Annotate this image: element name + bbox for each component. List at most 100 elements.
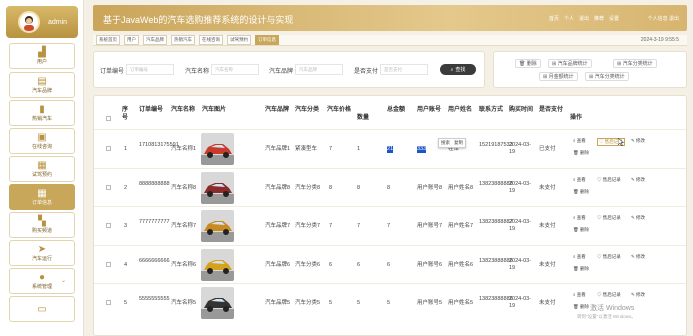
paid-select[interactable]: 是否支付 <box>380 64 428 75</box>
user-icon: ● <box>38 272 46 283</box>
delete-button[interactable]: 🗑 删除 <box>515 59 541 68</box>
crumb-home[interactable]: 系统首页 <box>96 35 120 45</box>
row-checkbox[interactable] <box>106 146 111 151</box>
category-stats-button[interactable]: ⊞ 汽车分类统计 <box>613 59 657 68</box>
crumb-testdrive[interactable]: 试驾预约 <box>227 35 251 45</box>
row-car-name: 汽车名称1 <box>171 146 197 152</box>
order-no-input[interactable]: 订单编号 <box>126 64 174 75</box>
row-time: 2024-03-19 <box>509 296 532 309</box>
brand-stats-button[interactable]: ⊞ 汽车品牌统计 <box>548 59 592 68</box>
row-total: 7 <box>387 223 391 229</box>
edit-button[interactable]: ✎ 修改 <box>631 138 645 144</box>
sidebar-item-label: 试驾预约 <box>31 172 52 178</box>
view-button[interactable]: ⌕ 查看 <box>573 292 586 298</box>
delete-row-button[interactable]: 🗑 删除 <box>573 189 589 195</box>
delete-row-icon: 🗑 <box>573 266 580 271</box>
edit-button[interactable]: ✎ 修改 <box>631 215 645 221</box>
row-brand: 汽车品牌5 <box>265 300 291 306</box>
header-link[interactable]: 首页 <box>549 15 559 22</box>
chevron-down-icon: ⌄ <box>60 278 66 284</box>
delete-row-button[interactable]: 🗑 删除 <box>573 266 589 272</box>
activation-watermark-hint: 转到"设置"以激活 Windows。 <box>577 314 636 319</box>
header-link[interactable]: 退出 <box>579 15 589 22</box>
th-category: 汽车分类 <box>295 107 320 113</box>
sidebar-item-1[interactable]: ▟ 用户 <box>9 43 75 69</box>
sidebar-item-4[interactable]: ▣ 在线咨询 <box>9 128 75 154</box>
sidebar-item-2[interactable]: ▤ 汽车品牌 <box>9 72 75 98</box>
row-qty: 1 <box>357 146 361 152</box>
th-qty: 数量 <box>357 115 370 121</box>
row-brand: 汽车品牌6 <box>265 262 291 268</box>
after-sales-button[interactable]: ♡ 售后记录 <box>597 215 621 221</box>
send-icon: ➤ <box>37 244 47 255</box>
sidebar-item-10[interactable]: ▭ <box>9 296 75 322</box>
row-checkbox[interactable] <box>106 223 111 228</box>
row-total: 8 <box>387 185 391 191</box>
crumb-hot[interactable]: 热销汽车 <box>171 35 195 45</box>
header-link[interactable]: 个人 <box>564 15 574 22</box>
th-name: 汽车名称 <box>171 107 196 113</box>
row-checkbox[interactable] <box>106 185 111 190</box>
search-button[interactable]: ⌕ 查找 <box>440 64 476 75</box>
car-name-input[interactable]: 汽车名称 <box>211 64 259 75</box>
action-panel: 🗑 删除 ⊞ 汽车品牌统计 ⊞ 汽车分类统计 ⊞ 月金额统计 ⊞ 汽车分类统计 <box>493 51 687 88</box>
chart-icon: ⊞ <box>543 73 548 80</box>
car-brand-label: 汽车品牌 <box>269 69 294 75</box>
row-total: 5 <box>387 300 391 306</box>
row-no: 5 <box>124 300 128 306</box>
monthly-stats-button[interactable]: ⊞ 月金额统计 <box>539 72 578 81</box>
sidebar-item-label: 汽车运行 <box>31 256 52 262</box>
row-checkbox[interactable] <box>106 262 111 267</box>
sidebar-item-9[interactable]: ● 系统管理 ⌄ <box>9 268 75 294</box>
category-stats-label-2: 汽车分类统计 <box>594 74 625 80</box>
view-button[interactable]: ⌕ 查看 <box>573 254 586 260</box>
category-stats-label: 汽车分类统计 <box>622 61 653 67</box>
header-link[interactable]: 推荐 <box>594 15 604 22</box>
delete-row-button-label: 删除 <box>579 304 589 309</box>
after-sales-button[interactable]: ♡ 售后记录 <box>597 292 621 298</box>
edit-button[interactable]: ✎ 修改 <box>631 292 645 298</box>
crumb-orders[interactable]: 订单信息 <box>255 35 279 45</box>
row-divider <box>94 168 686 169</box>
grid-icon: ▦ <box>37 188 47 199</box>
row-divider <box>94 129 686 130</box>
car-brand-input[interactable]: 汽车品牌 <box>295 64 343 75</box>
after-sales-button[interactable]: ♡ 售后记录 <box>597 254 621 260</box>
category-stats-button-2[interactable]: ⊞ 汽车分类统计 <box>585 72 629 81</box>
sidebar-item-5[interactable]: ▦ 试驾预约 <box>9 156 75 182</box>
user-center-link[interactable]: 个人信息 退出 <box>648 15 679 22</box>
chart-icon: ⊞ <box>589 73 594 80</box>
sidebar-item-7[interactable]: ▚ 购买频道 <box>9 212 75 238</box>
crumb-brand[interactable]: 汽车品牌 <box>143 35 167 45</box>
trash-icon: 🗑 <box>519 60 526 67</box>
crumb-consult[interactable]: 在线咨询 <box>199 35 223 45</box>
activation-watermark: 激活 Windows <box>590 305 635 312</box>
view-button[interactable]: ⌕ 查看 <box>573 215 586 221</box>
row-checkbox[interactable] <box>106 300 111 305</box>
after-sales-button-label: 售后记录 <box>602 254 621 259</box>
delete-row-button[interactable]: 🗑 删除 <box>573 304 589 310</box>
row-price: 8 <box>329 185 333 191</box>
delete-row-button[interactable]: 🗑 删除 <box>573 150 589 156</box>
edit-button[interactable]: ✎ 修改 <box>631 177 645 183</box>
view-button[interactable]: ⌕ 查看 <box>573 138 586 144</box>
admin-profile[interactable]: admin <box>6 6 78 38</box>
header-link[interactable]: 设置 <box>609 15 619 22</box>
view-button[interactable]: ⌕ 查看 <box>573 177 586 183</box>
sidebar-item-6[interactable]: ▦ 订单信息 <box>9 184 75 210</box>
sidebar-item-8[interactable]: ➤ 汽车运行 <box>9 240 75 266</box>
sidebar-item-label: 订单信息 <box>31 200 52 206</box>
sidebar-item-3[interactable]: ▮ 热销汽车 <box>9 100 75 126</box>
delete-row-button[interactable]: 🗑 删除 <box>573 227 589 233</box>
tooltip-search[interactable]: 搜索 <box>441 140 450 146</box>
delete-row-button-label: 删除 <box>579 266 589 271</box>
delete-row-icon: 🗑 <box>573 304 580 309</box>
delete-row-button-label: 删除 <box>579 189 589 194</box>
edit-button[interactable]: ✎ 修改 <box>631 254 645 260</box>
row-price: 6 <box>329 262 333 268</box>
select-all-checkbox[interactable] <box>106 116 111 121</box>
th-price: 汽车价格 <box>327 107 352 113</box>
after-sales-button[interactable]: ♡ 售后记录 <box>597 177 621 183</box>
tooltip-copy[interactable]: 复制 <box>454 140 463 146</box>
crumb-user[interactable]: 用户 <box>124 35 139 45</box>
